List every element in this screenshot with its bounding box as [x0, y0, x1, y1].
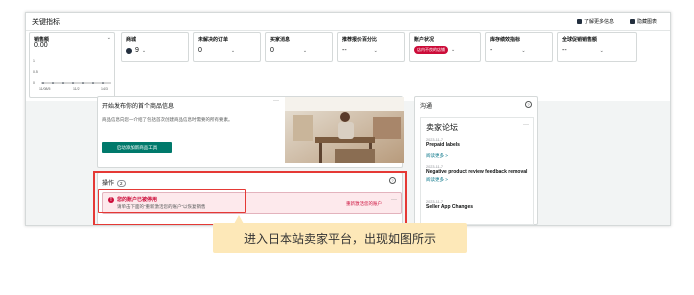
metric-card-account-health[interactable]: 账户状况 店内不良的店铺 ⌄ — [409, 32, 481, 62]
promo-photo — [285, 97, 404, 163]
caption-box: 进入日本站卖家平台，出现如图所示 — [213, 223, 467, 253]
forum-item-title: Negative product review feedback removal — [426, 169, 528, 175]
chevron-down-icon: ⌄ — [373, 47, 378, 54]
metric-card-featured-offer[interactable]: 推荐报价百分比 -- ⌄ — [337, 32, 405, 62]
chevron-down-icon: ⌄ — [302, 47, 308, 54]
chevron-down-icon: ⌄ — [599, 47, 604, 54]
metric-value: 0 — [198, 47, 202, 54]
metric-value: 0.00 — [34, 42, 48, 49]
highlight-box-inner — [98, 189, 246, 213]
seller-central-screenshot: 关键指标 了解更多信息 隐藏图表 销售额 ⌄ 0.00 1 0.5 0 11/0… — [25, 12, 671, 226]
x-tick: 11/08/5 — [39, 87, 50, 91]
metric-value: -- — [342, 47, 347, 54]
chevron-down-icon: ⌄ — [106, 35, 111, 41]
start-listing-panel: 开始发布你的首个商品信息 ··· 商品信息向您一介绍了包括首次创建商品信息时需要… — [97, 96, 404, 168]
metric-title: 全球促销销售额 — [562, 37, 598, 43]
chevron-down-icon: ⌄ — [230, 47, 236, 54]
forum-item[interactable]: 2023-11-7 Prepaid labels 阅读更多 > — [426, 138, 530, 159]
chevron-down-icon: ⌄ — [521, 47, 526, 54]
more-options-icon[interactable]: ··· — [273, 98, 279, 104]
key-metrics-title: 关键指标 — [32, 19, 60, 26]
panel-title: 沟通 — [420, 104, 433, 110]
learn-more-link[interactable]: 了解更多信息 — [577, 18, 614, 25]
key-metrics-header: 关键指标 了解更多信息 隐藏图表 — [26, 13, 670, 31]
more-options-icon[interactable]: ··· — [523, 122, 529, 128]
metrics-row: 销售额 ⌄ 0.00 1 0.5 0 11/08/5 11/2 14/3 商城 … — [29, 32, 667, 100]
metric-title: 未解决的订单 — [198, 37, 229, 43]
hide-chart-link[interactable]: 隐藏图表 — [630, 18, 657, 25]
panel-description: 商品信息向您一介绍了包括首次创建商品信息时需要的所有要素。 — [102, 117, 233, 122]
y-tick: 1 — [33, 59, 35, 63]
chevron-down-icon: ⌄ — [141, 47, 147, 54]
metric-card-inventory[interactable]: 库存绩效指标 - ⌄ — [485, 32, 553, 62]
chevron-down-icon: ⌄ — [451, 47, 456, 53]
read-more-link[interactable]: 阅读更多 > — [426, 153, 530, 159]
metric-value: 0 — [270, 47, 274, 54]
metric-title: 商城 — [126, 37, 137, 43]
x-tick: 14/3 — [101, 87, 108, 91]
panel-title: 开始发布你的首个商品信息 — [102, 104, 175, 110]
forum-item-title: Prepaid labels — [426, 142, 460, 148]
account-status-badge: 店内不良的店铺 — [414, 46, 448, 54]
workshop-image — [285, 97, 404, 163]
forum-item[interactable]: 2023-11-7 Seller App Changes — [426, 200, 530, 210]
help-icon[interactable]: ? — [525, 101, 532, 108]
metric-title: 推荐报价百分比 — [342, 37, 378, 43]
info-icon — [577, 19, 582, 24]
metric-card-open-orders[interactable]: 未解决的订单 0 ⌄ — [193, 32, 261, 62]
y-tick: 0.5 — [33, 70, 38, 74]
forum-item-title: Seller App Changes — [426, 204, 474, 210]
metric-title: 账户状况 — [414, 37, 435, 43]
read-more-link[interactable]: 阅读更多 > — [426, 177, 530, 183]
metric-title: 库存绩效指标 — [490, 37, 521, 43]
metric-card-global-promotions[interactable]: 全球促销销售额 -- ⌄ — [557, 32, 637, 62]
metric-card-sales[interactable]: 销售额 ⌄ 0.00 1 0.5 0 11/08/5 11/2 14/3 — [29, 32, 115, 98]
chart-icon — [630, 19, 635, 24]
metric-value: 9 — [135, 47, 139, 54]
globe-icon — [126, 47, 132, 54]
metric-card-buyer-messages[interactable]: 买家消息 0 ⌄ — [265, 32, 333, 62]
x-tick: 11/2 — [73, 87, 80, 91]
metric-value: -- — [562, 47, 567, 54]
metric-card-marketplaces[interactable]: 商城 9 ⌄ — [121, 32, 189, 62]
seller-forum-card: 卖家论坛 ··· 2023-11-7 Prepaid labels 阅读更多 >… — [420, 117, 534, 225]
metric-value: - — [490, 47, 493, 54]
communications-panel: 沟通 ? 卖家论坛 ··· 2023-11-7 Prepaid labels 阅… — [414, 96, 538, 225]
add-product-button[interactable]: 启动添加新商品工具 — [102, 142, 172, 153]
forum-item[interactable]: 2023-11-7 Negative product review feedba… — [426, 165, 530, 183]
metric-title: 买家消息 — [270, 37, 291, 43]
y-tick: 0 — [33, 81, 35, 85]
forum-title: 卖家论坛 — [426, 123, 458, 132]
sales-chart: 1 0.5 0 11/08/5 11/2 14/3 — [33, 59, 111, 91]
